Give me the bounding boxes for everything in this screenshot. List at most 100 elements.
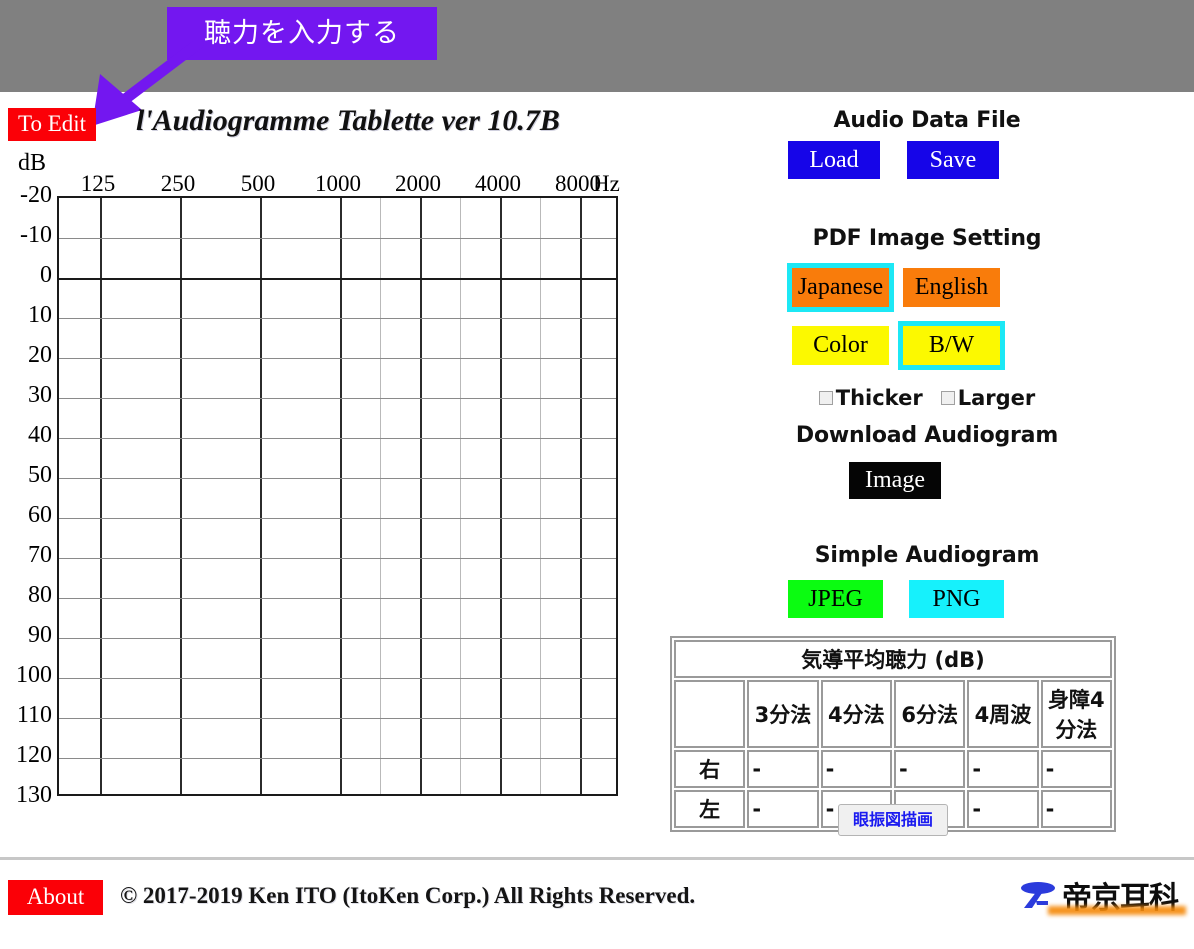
y-axis-tick-label: -10	[20, 222, 52, 248]
y-axis-tick-label: 60	[28, 502, 52, 528]
larger-checkbox[interactable]	[940, 391, 955, 405]
y-axis-tick-label: 100	[16, 662, 52, 688]
table-cell-value: -	[893, 750, 966, 788]
thicker-label: Thicker	[835, 386, 923, 410]
save-button[interactable]: Save	[907, 141, 999, 179]
grid-line-vertical	[340, 198, 342, 794]
larger-option[interactable]: Larger	[940, 386, 1035, 410]
load-button[interactable]: Load	[788, 141, 880, 179]
grid-line-vertical	[100, 198, 102, 794]
simple-png-button[interactable]: PNG	[909, 580, 1004, 618]
grid-line-horizontal	[59, 598, 616, 599]
table-column-header: 3分法	[747, 680, 819, 748]
download-audiogram-heading: Download Audiogram	[795, 423, 1059, 448]
to-edit-button[interactable]: To Edit	[8, 108, 97, 142]
x-axis-tick-label: 125	[80, 171, 116, 196]
grid-line-horizontal	[59, 558, 616, 559]
table-row-header: 左	[674, 790, 746, 828]
copyright-text: © 2017-2019 Ken ITO (ItoKen Corp.) All R…	[120, 883, 696, 908]
grid-line-horizontal	[59, 398, 616, 399]
average-hearing-table: 気導平均聴力 (dB)3分法4分法6分法4周波身障4分法右-----左-----	[670, 636, 1116, 832]
simple-jpeg-button[interactable]: JPEG	[788, 580, 883, 618]
right-control-panel: Audio Data File Load Save PDF Image Sett…	[660, 98, 1194, 836]
table-column-header: 4分法	[820, 680, 892, 748]
y-axis-tick-label: 0	[40, 262, 52, 288]
about-button[interactable]: About	[8, 880, 103, 916]
x-axis-tick-label: 1000	[315, 171, 361, 196]
table-header-row: 3分法 4分法 6分法 4周波 身障4分法	[674, 680, 1112, 748]
top-banner: 聴力を入力する	[0, 0, 1194, 92]
average-hearing-table-wrap: 気導平均聴力 (dB)3分法4分法6分法4周波身障4分法右-----左-----	[670, 636, 1120, 832]
grid-line-horizontal	[59, 478, 616, 479]
table-row: 気導平均聴力 (dB)	[674, 640, 1112, 678]
average-table-title: 気導平均聴力 (dB)	[674, 640, 1112, 678]
grid-line-horizontal	[59, 278, 616, 280]
grid-line-horizontal	[59, 718, 616, 719]
grid-line-vertical	[180, 198, 182, 794]
table-column-header: 4周波	[967, 680, 1039, 748]
simple-audiogram-heading: Simple Audiogram	[814, 543, 1040, 568]
pdf-image-setting-heading: PDF Image Setting	[812, 226, 1042, 251]
callout-box: 聴力を入力する	[167, 7, 437, 60]
x-axis-unit: Hz	[593, 171, 620, 196]
grid-line-horizontal	[59, 678, 616, 679]
page-title: l'Audiogramme Tablette ver 10.7B	[136, 104, 560, 137]
table-column-header: 6分法	[893, 680, 966, 748]
grid-line-horizontal	[59, 318, 616, 319]
grid-line-vertical	[580, 198, 582, 794]
y-axis-tick-label: 110	[16, 702, 52, 728]
callout-text: 聴力を入力する	[204, 18, 400, 49]
grid-line-vertical-minor	[540, 198, 541, 794]
audio-data-file-heading: Audio Data File	[833, 108, 1021, 133]
y-axis-tick-label: 20	[28, 342, 52, 368]
y-axis-tick-label: 120	[16, 742, 52, 768]
grid-line-vertical-minor	[380, 198, 381, 794]
grid-line-horizontal	[59, 758, 616, 759]
grid-line-vertical	[500, 198, 502, 794]
audiogram-chart[interactable]: dB -20 -10 0 10 20 30 40 50 60 70 80 90 100 110 120 130…	[0, 150, 650, 820]
grid-line-horizontal	[59, 438, 616, 439]
y-axis-tick-label: 80	[28, 582, 52, 608]
table-cell-value: -	[1040, 790, 1112, 828]
x-axis-tick-label: 500	[240, 171, 276, 196]
x-axis-tick-label: 250	[160, 171, 196, 196]
y-axis-tick-label: 40	[28, 422, 52, 448]
grid-line-vertical-minor	[460, 198, 461, 794]
table-row-header: 右	[674, 750, 746, 788]
grid-line-horizontal	[59, 358, 616, 359]
x-axis-tick-label: 2000	[395, 171, 441, 196]
table-cell-value: -	[820, 750, 892, 788]
y-axis-tick-label: -20	[20, 182, 52, 208]
thicker-option[interactable]: Thicker	[818, 386, 923, 410]
grid-line-horizontal	[59, 638, 616, 639]
y-axis-tick-label: 50	[28, 462, 52, 488]
y-axis-tick-label: 130	[16, 782, 52, 808]
table-cell-value: -	[747, 790, 819, 828]
table-cell-value: -	[1040, 750, 1112, 788]
table-column-header: 身障4分法	[1040, 680, 1112, 748]
table-row: 右-----	[674, 750, 1112, 788]
table-cell-value: -	[967, 750, 1039, 788]
grid-line-vertical	[260, 198, 262, 794]
brand-underline	[1048, 906, 1186, 915]
pdf-mode-color-button[interactable]: Color	[792, 326, 889, 365]
thicker-checkbox[interactable]	[818, 391, 833, 405]
nystagmus-draw-button[interactable]: 眼振図描画	[838, 804, 948, 836]
x-axis-tick-label: 4000	[475, 171, 521, 196]
table-cell-value: -	[747, 750, 819, 788]
y-axis-ticks: -20 -10 0 10 20 30 40 50 60 70 80 90 100 110 120 130	[0, 150, 52, 820]
pdf-mode-bw-button[interactable]: B/W	[898, 321, 1005, 370]
audiogram-grid[interactable]	[57, 196, 618, 796]
grid-line-horizontal	[59, 238, 616, 239]
pdf-options-row: Thicker Larger	[660, 386, 1194, 410]
table-cell-value: -	[967, 790, 1039, 828]
grid-line-horizontal	[59, 518, 616, 519]
y-axis-tick-label: 90	[28, 622, 52, 648]
pdf-language-english-button[interactable]: English	[903, 268, 1000, 307]
footer-divider	[0, 857, 1194, 860]
pdf-language-japanese-button[interactable]: Japanese	[787, 263, 894, 312]
y-axis-tick-label: 30	[28, 382, 52, 408]
table-corner-cell	[674, 680, 746, 748]
grid-line-vertical	[420, 198, 422, 794]
download-image-button[interactable]: Image	[849, 462, 941, 499]
